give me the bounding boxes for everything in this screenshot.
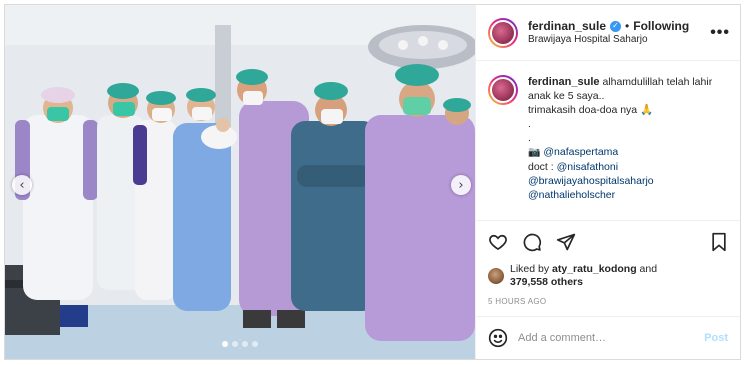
likes-count-link[interactable]: 379,558 others xyxy=(510,276,583,288)
username-link[interactable]: ferdinan_sule xyxy=(528,19,606,34)
user-row: ferdinan_sule ✓ • Following xyxy=(528,19,710,34)
more-options-icon[interactable]: ••• xyxy=(710,24,730,42)
caption-line: trimakasih doa-doa nya 🙏 xyxy=(528,104,654,116)
verified-badge-icon: ✓ xyxy=(610,20,622,32)
liker-avatar[interactable] xyxy=(488,268,504,284)
bookmark-icon[interactable] xyxy=(710,232,728,252)
carousel-prev-button[interactable]: ‹ xyxy=(12,175,32,195)
post-comment-button[interactable]: Post xyxy=(704,332,728,344)
carousel-next-button[interactable]: › xyxy=(451,175,471,195)
likes-and: and xyxy=(636,263,658,275)
comment-box: Post xyxy=(476,317,740,359)
post-header: ferdinan_sule ✓ • Following Brawijaya Ho… xyxy=(476,5,740,61)
instagram-post: ‹ › ferdinan_sule ✓ • Following Brawijay… xyxy=(4,4,741,360)
carousel-dot[interactable] xyxy=(252,341,258,347)
hospital-group-photo xyxy=(5,5,475,359)
caption-text: ferdinan_sule alhamdulillah telah lahir … xyxy=(528,75,728,202)
mention-link[interactable]: @brawijayahospitalsaharjo xyxy=(528,174,728,188)
avatar-image xyxy=(490,77,516,103)
avatar[interactable] xyxy=(488,17,518,48)
likes-row: Liked by aty_ratu_kodong and 379,558 oth… xyxy=(476,263,740,289)
share-icon[interactable] xyxy=(556,232,576,252)
likes-text: Liked by aty_ratu_kodong and 379,558 oth… xyxy=(510,263,657,289)
post-photo[interactable]: ‹ › xyxy=(5,5,475,359)
carousel-dots xyxy=(5,341,475,347)
comment-input[interactable] xyxy=(518,332,695,344)
camera-icon: 📷 xyxy=(528,147,541,158)
separator-dot: • xyxy=(625,18,630,33)
post-timestamp[interactable]: 5 HOURS AGO xyxy=(476,289,740,317)
liker-username-link[interactable]: aty_ratu_kodong xyxy=(552,263,637,275)
caption-avatar[interactable] xyxy=(488,75,518,105)
mention-link[interactable]: @nathalieholscher xyxy=(528,188,728,202)
post-side-panel: ferdinan_sule ✓ • Following Brawijaya Ho… xyxy=(475,5,740,359)
caption-username-link[interactable]: ferdinan_sule xyxy=(528,76,600,88)
likes-prefix: Liked by xyxy=(510,263,553,275)
carousel-dot[interactable] xyxy=(232,341,238,347)
following-button[interactable]: Following xyxy=(633,19,689,34)
mention-link[interactable]: @nisafathoni xyxy=(557,161,618,173)
action-bar xyxy=(476,221,740,263)
emoji-icon[interactable] xyxy=(488,328,508,348)
mention-link[interactable]: @nafaspertama xyxy=(543,146,618,158)
avatar-image xyxy=(490,19,516,46)
heart-icon[interactable] xyxy=(488,232,508,252)
location-link[interactable]: Brawijaya Hospital Saharjo xyxy=(528,34,710,47)
caption-dot: . xyxy=(528,118,531,130)
caption-doctor-label: doct : xyxy=(528,161,557,173)
carousel-dot[interactable] xyxy=(222,341,228,347)
caption-area: ferdinan_sule alhamdulillah telah lahir … xyxy=(476,61,740,221)
caption-row: ferdinan_sule alhamdulillah telah lahir … xyxy=(488,75,728,202)
caption-dot: . xyxy=(528,132,531,144)
header-text: ferdinan_sule ✓ • Following Brawijaya Ho… xyxy=(528,19,710,47)
carousel-dot[interactable] xyxy=(242,341,248,347)
comment-icon[interactable] xyxy=(522,232,542,252)
